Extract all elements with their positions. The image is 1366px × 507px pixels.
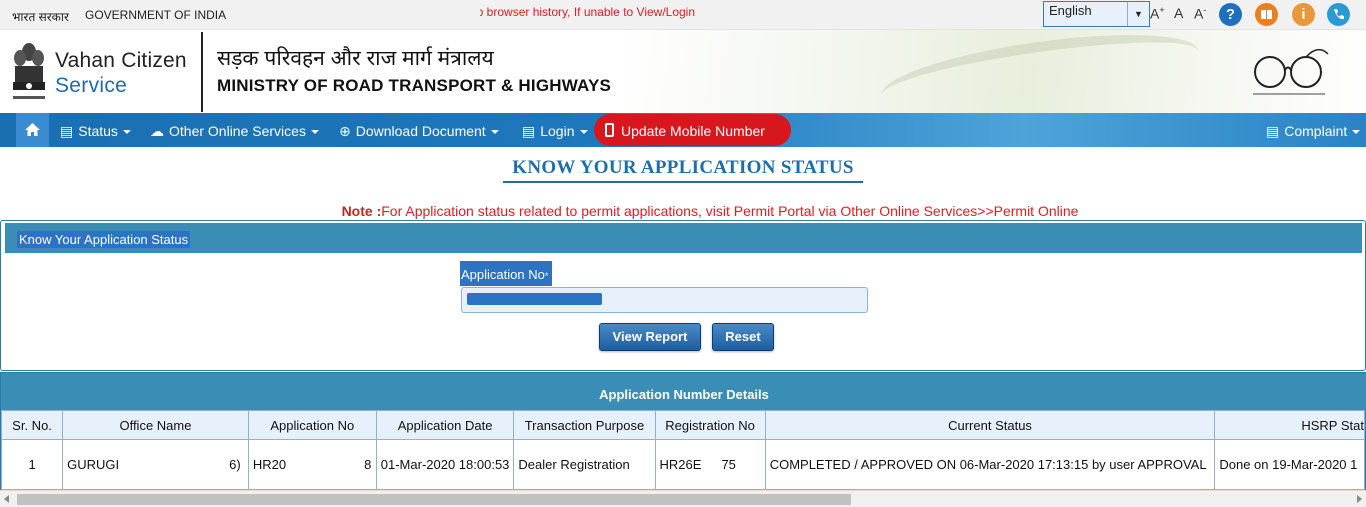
table-header-row: Sr. No. Office Name Application No Appli… <box>0 410 1365 440</box>
application-no-label: Application No* <box>460 261 553 286</box>
gov-english-label: GOVERNMENT OF INDIA <box>85 8 227 22</box>
download-icon: ⊕ <box>339 123 351 139</box>
required-marker: * <box>544 271 549 281</box>
home-button[interactable] <box>16 113 49 147</box>
national-emblem-icon <box>13 43 45 99</box>
language-value: English <box>1049 3 1092 18</box>
column-header: Sr. No. <box>0 410 64 440</box>
nav-other-services[interactable]: ☁ Other Online Services <box>150 123 319 140</box>
gov-hindi-label: भारत सरकार <box>12 10 69 24</box>
panel-title: Know Your Application Status <box>17 231 191 248</box>
mobile-phone-icon <box>605 123 614 137</box>
column-header: Current Status <box>764 410 1216 440</box>
scroll-right-icon[interactable] <box>1357 495 1362 503</box>
cloud-icon: ☁ <box>150 123 164 139</box>
column-header: Application Date <box>375 410 515 440</box>
brand-divider <box>201 32 203 112</box>
column-header: Transaction Purpose <box>513 410 656 440</box>
title-underline <box>503 181 863 183</box>
note-text: For Application status related to permit… <box>381 203 1079 219</box>
main-nav: ▤ Status ☁ Other Online Services ⊕ Download… <box>0 113 1366 147</box>
cell-application-date: 01-Mar-2020 18:00:53 <box>375 439 515 490</box>
brand-subtitle: Service <box>55 74 128 97</box>
ministry-english-title: MINISTRY OF ROAD TRANSPORT & HIGHWAYS <box>217 76 612 95</box>
application-details-panel: Application Number Details Sr. No. Offic… <box>0 372 1366 490</box>
cell-hsrp-status: Done on 19-Mar-2020 1 <box>1214 439 1365 490</box>
top-bar: भारत सरकार GOVERNMENT OF INDIA eb browse… <box>0 0 1366 30</box>
nav-complaint[interactable]: ▤ Complaint <box>1266 123 1361 140</box>
table-row: 1 GURUGI 6) HR20 8 01-Mar-2020 18:00:53 De… <box>0 439 1365 490</box>
nav-download-document[interactable]: ⊕ Download Document <box>339 123 499 140</box>
help-icon[interactable]: ? <box>1219 3 1242 26</box>
column-header: Registration No <box>654 410 766 440</box>
view-report-button[interactable]: View Report <box>599 323 701 351</box>
cell-registration-no: HR26E 75 <box>654 439 766 490</box>
details-table: Sr. No. Office Name Application No Appli… <box>0 410 1365 490</box>
note-label: Note : <box>341 203 382 219</box>
list-icon: ▤ <box>60 123 74 139</box>
column-header: HSRP Stat <box>1214 410 1365 440</box>
panel-header: Know Your Application Status <box>5 223 1362 253</box>
phone-icon[interactable] <box>1327 3 1350 26</box>
page: भारत सरकार GOVERNMENT OF INDIA eb browse… <box>0 0 1366 507</box>
nav-login[interactable]: ▤ Login <box>522 123 588 140</box>
nav-status[interactable]: ▤ Status <box>60 123 131 140</box>
horizontal-scrollbar[interactable] <box>0 490 1366 507</box>
permit-note: Note :For Application status related to … <box>0 203 1366 219</box>
input-selection-highlight <box>467 293 602 305</box>
site-header: Vahan Citizen Service सड़क परिवहन और राज… <box>0 30 1366 113</box>
application-no-input[interactable] <box>461 287 868 313</box>
info-icon[interactable]: i <box>1292 3 1315 26</box>
marquee-notice: eb browser history, If unable to View/Lo… <box>480 5 730 19</box>
reset-button[interactable]: Reset <box>712 323 774 351</box>
details-title: Application Number Details <box>1 373 1366 410</box>
home-icon <box>25 123 40 136</box>
cell-sr-no: 1 <box>0 439 64 490</box>
column-header: Application No <box>247 410 377 440</box>
cell-office-name: GURUGI 6) <box>62 439 249 490</box>
swachh-bharat-logo <box>1253 48 1329 95</box>
ministry-hindi-title: सड़क परिवहन और राज मार्ग मंत्रालय <box>217 47 494 70</box>
scrollbar-thumb[interactable] <box>17 494 851 505</box>
scroll-left-icon[interactable] <box>4 495 9 503</box>
font-increase-button[interactable]: A+ <box>1150 5 1165 22</box>
language-select[interactable]: English ▼ <box>1043 1 1150 27</box>
marquee-text: eb browser history, If unable to View/Lo… <box>480 5 696 19</box>
list-icon: ▤ <box>1266 123 1280 139</box>
page-title: KNOW YOUR APPLICATION STATUS <box>512 157 854 178</box>
update-mobile-button[interactable]: Update Mobile Number <box>594 114 791 146</box>
manual-book-icon[interactable] <box>1255 3 1278 26</box>
cell-application-no: HR20 8 <box>247 439 377 490</box>
brand-title: Vahan Citizen <box>55 49 187 72</box>
font-normal-button[interactable]: A <box>1174 5 1183 21</box>
chevron-down-icon: ▼ <box>1127 2 1149 26</box>
font-decrease-button[interactable]: A- <box>1194 5 1206 22</box>
cell-transaction-purpose: Dealer Registration <box>513 439 656 490</box>
list-icon: ▤ <box>522 123 536 139</box>
column-header: Office Name <box>62 410 249 440</box>
cell-current-status: COMPLETED / APPROVED ON 06-Mar-2020 17:1… <box>764 439 1216 490</box>
